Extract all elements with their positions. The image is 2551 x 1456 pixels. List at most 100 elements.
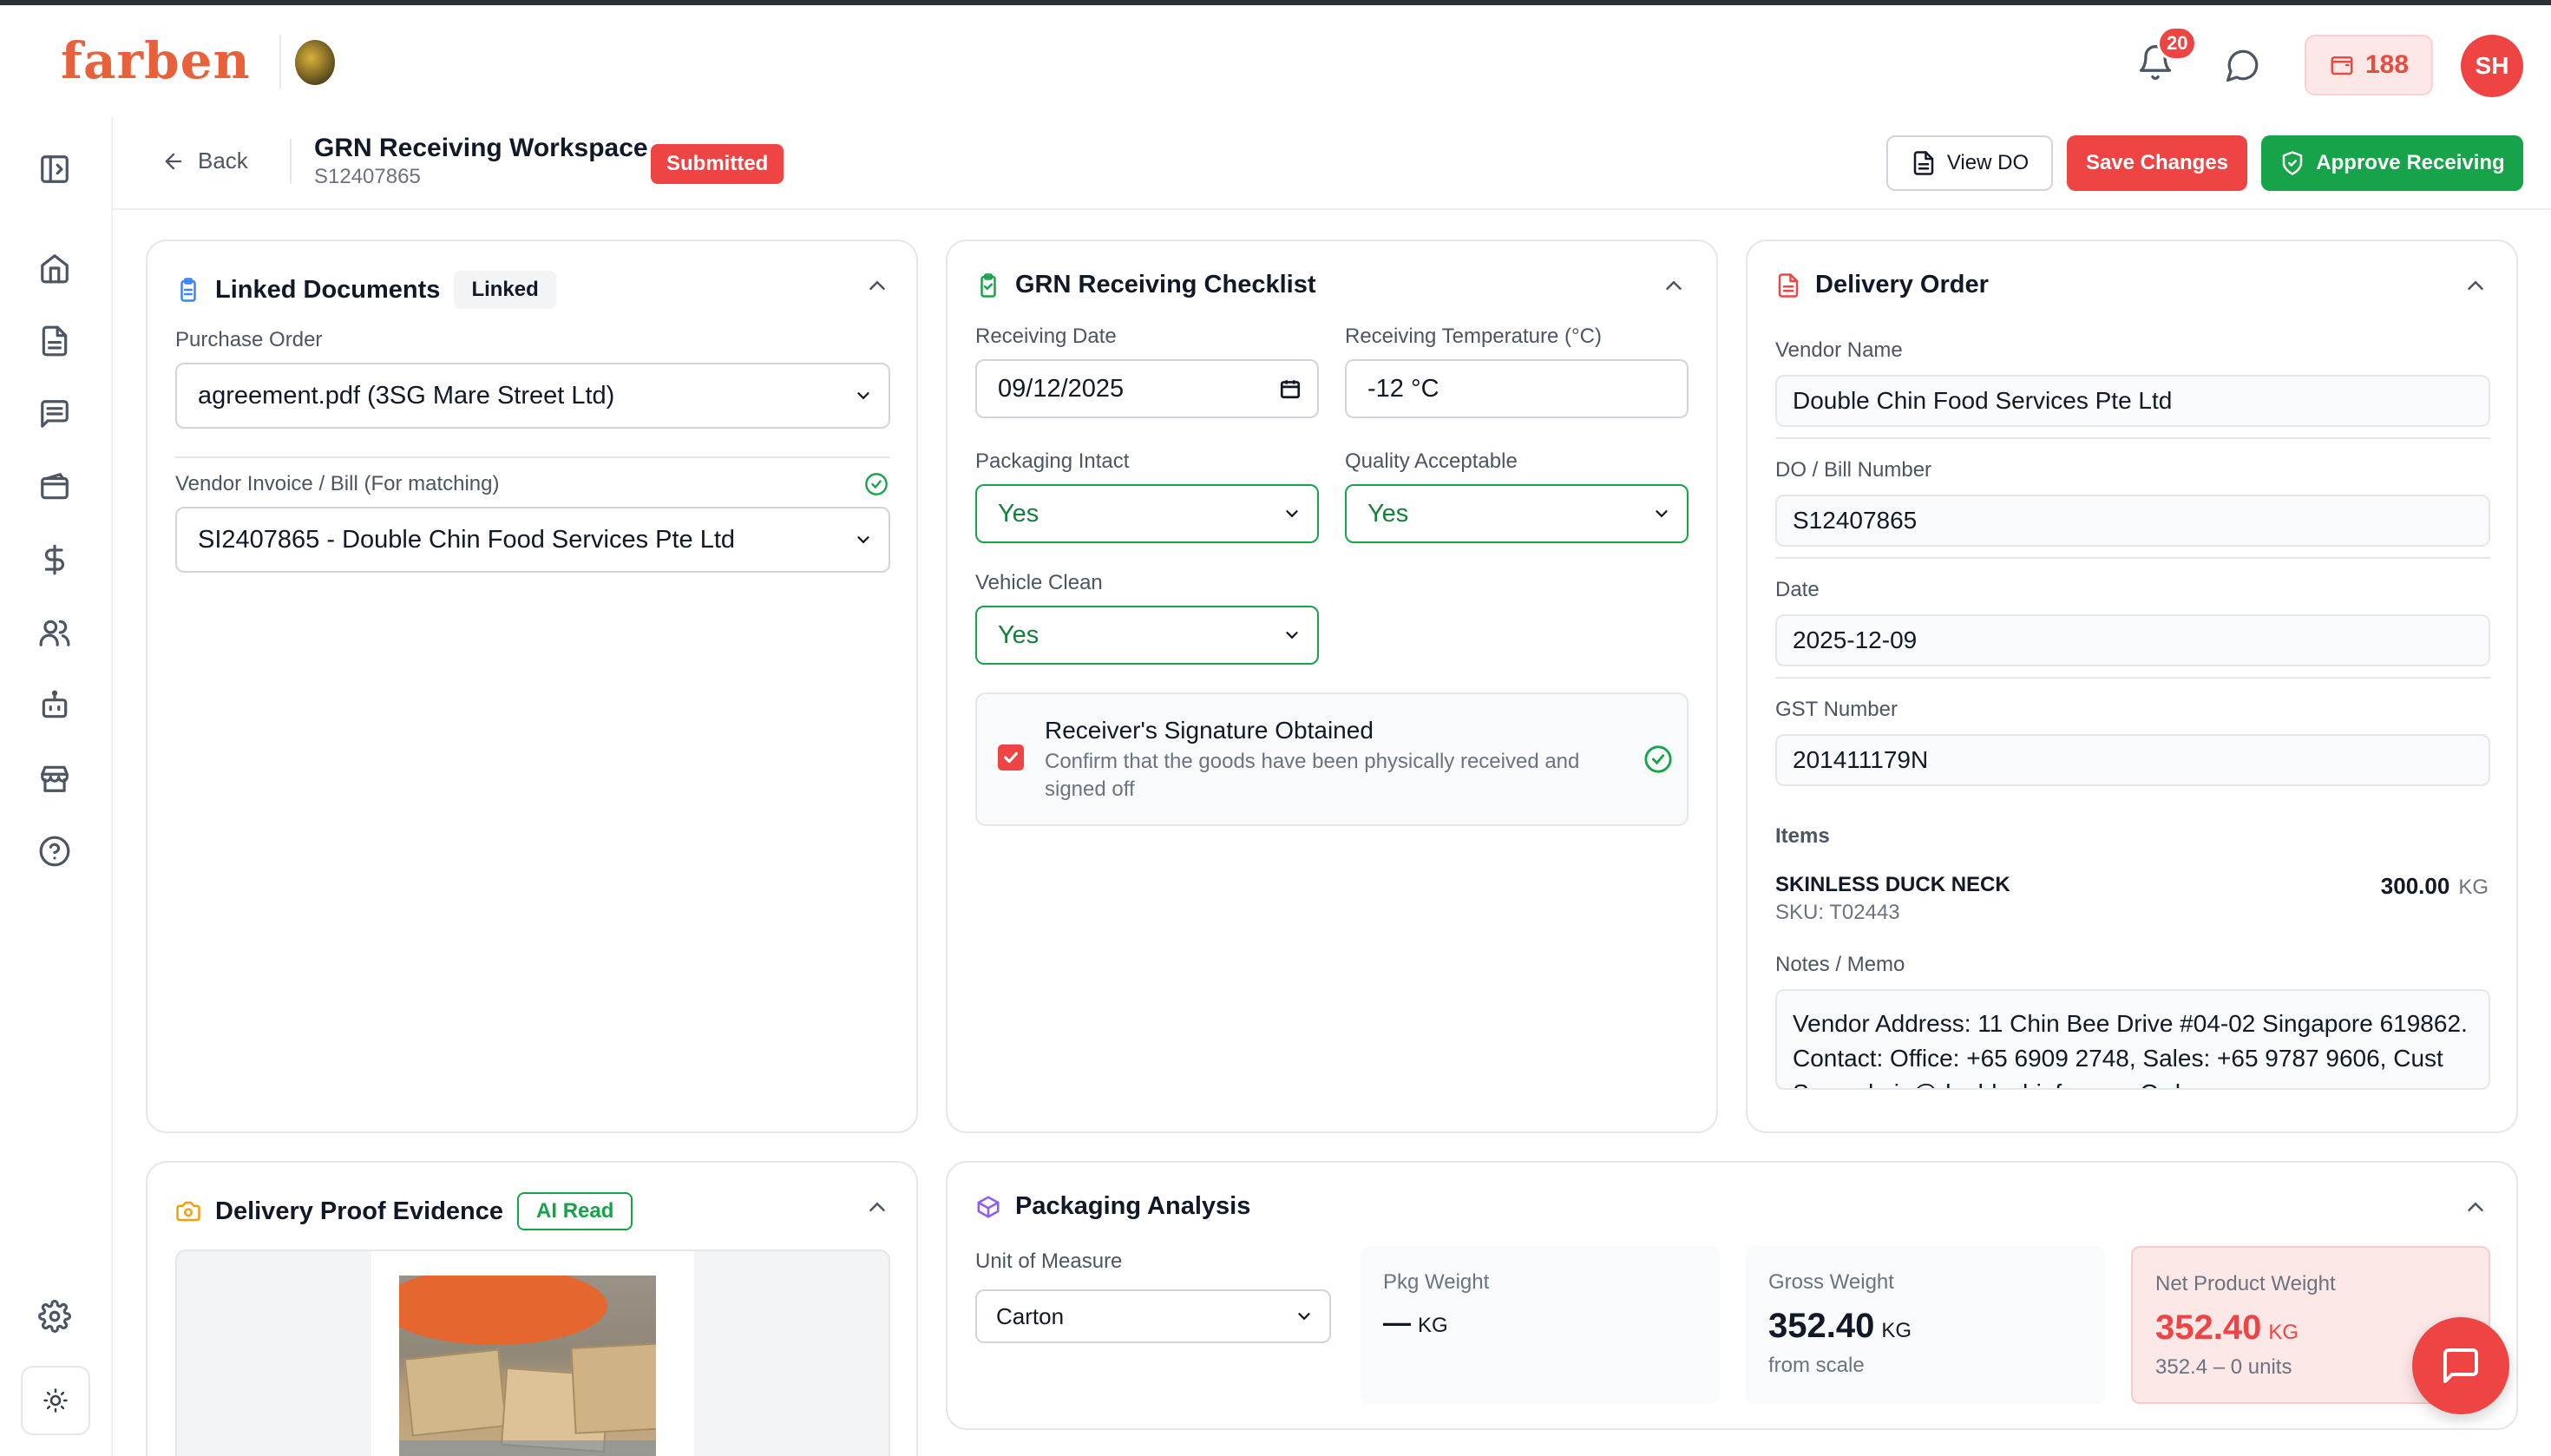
- delivery-photo[interactable]: [399, 1276, 656, 1456]
- purchase-order-select[interactable]: agreement.pdf (3SG Mare Street Ltd): [175, 363, 890, 429]
- notes-line: Contact: Office: +65 6909 2748, Sales: +…: [1793, 1045, 2443, 1072]
- chevron-down-icon: [1656, 510, 1668, 518]
- farben-logo[interactable]: farben: [61, 31, 251, 90]
- signature-checkbox[interactable]: [998, 744, 1024, 771]
- invoice-label: Vendor Invoice / Bill (For matching): [175, 472, 500, 495]
- gst-number-label: GST Number: [1775, 698, 1898, 721]
- document-icon[interactable]: [35, 321, 75, 361]
- signature-confirmation-box: Receiver's Signature Obtained Confirm th…: [975, 692, 1689, 826]
- wallet-icon[interactable]: [35, 467, 75, 507]
- receiving-date-value: 09/12/2025: [998, 374, 1125, 403]
- gst-number-value: 201411179N: [1793, 746, 1929, 773]
- view-do-button[interactable]: View DO: [1886, 135, 2053, 191]
- item-name: SKINLESS DUCK NECK: [1775, 873, 2010, 896]
- temperature-label: Receiving Temperature (°C): [1345, 325, 1602, 348]
- collapse-chevron-icon[interactable]: [864, 1194, 890, 1220]
- do-date-field[interactable]: 2025-12-09: [1775, 614, 2490, 666]
- view-do-label: View DO: [1946, 151, 2030, 174]
- do-date-label: Date: [1775, 578, 1820, 601]
- vendor-name-field[interactable]: Double Chin Food Services Pte Ltd: [1775, 375, 2490, 427]
- collapse-chevron-icon[interactable]: [2462, 1194, 2489, 1220]
- po-label: Purchase Order: [175, 328, 323, 351]
- save-changes-button[interactable]: Save Changes: [2067, 135, 2247, 191]
- checklist-header: GRN Receiving Checklist: [975, 271, 1316, 299]
- bill-number-value: S12407865: [1793, 507, 1918, 534]
- uom-value: Carton: [996, 1302, 1065, 1329]
- package-icon: [977, 1196, 1000, 1217]
- notes-line: Vendor Address: 11 Chin Bee Drive #04-02…: [1793, 1010, 2468, 1037]
- packaging-intact-select[interactable]: Yes: [975, 484, 1319, 543]
- robot-icon[interactable]: [35, 685, 75, 725]
- check-circle-icon: [1644, 745, 1672, 773]
- home-icon[interactable]: [35, 248, 75, 288]
- packaging-intact-label: Packaging Intact: [975, 449, 1130, 473]
- file-text-icon: [1778, 272, 1799, 298]
- collapse-chevron-icon[interactable]: [1661, 272, 1687, 298]
- net-weight-value: 352.40 KG: [2155, 1308, 2299, 1348]
- pkg-weight-value: — KG: [1383, 1307, 1448, 1339]
- store-icon[interactable]: [35, 758, 75, 798]
- receiving-date-label: Receiving Date: [975, 325, 1117, 348]
- evidence-viewer: [175, 1249, 890, 1456]
- dollar-icon[interactable]: [35, 540, 75, 580]
- credits-button[interactable]: 188: [2305, 35, 2433, 95]
- quality-acceptable-value: Yes: [1367, 499, 1409, 528]
- quality-acceptable-label: Quality Acceptable: [1345, 449, 1518, 473]
- gst-number-field[interactable]: 201411179N: [1775, 734, 2490, 786]
- card-title: Delivery Proof Evidence: [215, 1197, 504, 1225]
- vehicle-clean-value: Yes: [998, 620, 1039, 649]
- card-title: Linked Documents: [215, 275, 441, 304]
- theme-toggle[interactable]: [21, 1366, 90, 1435]
- camera-icon: [176, 1201, 200, 1222]
- shield-check-icon: [2283, 151, 2303, 175]
- signature-desc-line-2: signed off: [1045, 777, 1135, 801]
- organization-logo[interactable]: [295, 40, 335, 85]
- chat-icon[interactable]: [2225, 47, 2261, 83]
- user-avatar[interactable]: SH: [2461, 35, 2523, 97]
- gross-weight-source: from scale: [1768, 1354, 1865, 1377]
- help-icon[interactable]: [35, 831, 75, 871]
- invoice-value: SI2407865 - Double Chin Food Services Pt…: [198, 525, 736, 554]
- packaging-intact-value: Yes: [998, 499, 1039, 528]
- clipboard-icon: [180, 278, 196, 302]
- bill-number-field[interactable]: S12407865: [1775, 495, 2490, 547]
- page-subheader: Back GRN Receiving Workspace S12407865 S…: [113, 116, 2551, 210]
- notes-textarea[interactable]: Vendor Address: 11 Chin Bee Drive #04-02…: [1775, 989, 2490, 1090]
- vendor-name-value: Double Chin Food Services Pte Ltd: [1793, 387, 2173, 414]
- card-title: Packaging Analysis: [1015, 1192, 1251, 1220]
- quality-acceptable-select[interactable]: Yes: [1345, 484, 1689, 543]
- users-icon[interactable]: [35, 613, 75, 653]
- signature-desc-line-1: Confirm that the goods have been physica…: [1045, 750, 1580, 773]
- card-title: GRN Receiving Checklist: [1015, 271, 1316, 298]
- collapse-chevron-icon[interactable]: [2462, 272, 2489, 298]
- temperature-input[interactable]: -12 °C: [1345, 359, 1689, 418]
- uom-label: Unit of Measure: [975, 1249, 1123, 1273]
- vehicle-clean-select[interactable]: Yes: [975, 606, 1319, 665]
- settings-icon[interactable]: [35, 1296, 75, 1336]
- vendor-invoice-select[interactable]: SI2407865 - Double Chin Food Services Pt…: [175, 507, 890, 573]
- calendar-icon[interactable]: [1279, 377, 1302, 400]
- collapse-chevron-icon[interactable]: [864, 272, 890, 298]
- back-button[interactable]: Back: [161, 148, 248, 174]
- page-title: GRN Receiving Workspace: [314, 134, 648, 162]
- receiving-date-input[interactable]: 09/12/2025: [975, 359, 1319, 418]
- vehicle-clean-label: Vehicle Clean: [975, 571, 1103, 594]
- unit-of-measure-select[interactable]: Carton: [975, 1289, 1331, 1343]
- gross-weight-unit: KG: [1881, 1319, 1912, 1342]
- chat-support-button[interactable]: [2412, 1317, 2509, 1414]
- grn-checklist-card: GRN Receiving Checklist Receiving Date 0…: [946, 239, 1718, 1133]
- message-square-icon: [2443, 1348, 2478, 1383]
- item-quantity: 300.00 KG: [2381, 873, 2489, 900]
- message-list-icon[interactable]: [35, 394, 75, 434]
- credits-count: 188: [2364, 50, 2410, 79]
- sidebar-toggle-icon[interactable]: [35, 149, 75, 189]
- chevron-down-icon: [1286, 632, 1298, 639]
- sidebar: [0, 116, 113, 1456]
- arrow-left-icon: [165, 153, 182, 169]
- approve-receiving-button[interactable]: Approve Receiving: [2261, 135, 2523, 191]
- photo-pallet-lid: [399, 1276, 607, 1345]
- notes-label: Notes / Memo: [1775, 953, 1905, 976]
- top-header: farben 20 188 SH: [0, 5, 2551, 116]
- photo-box: [403, 1348, 508, 1437]
- photo-pallet-base: [399, 1440, 656, 1456]
